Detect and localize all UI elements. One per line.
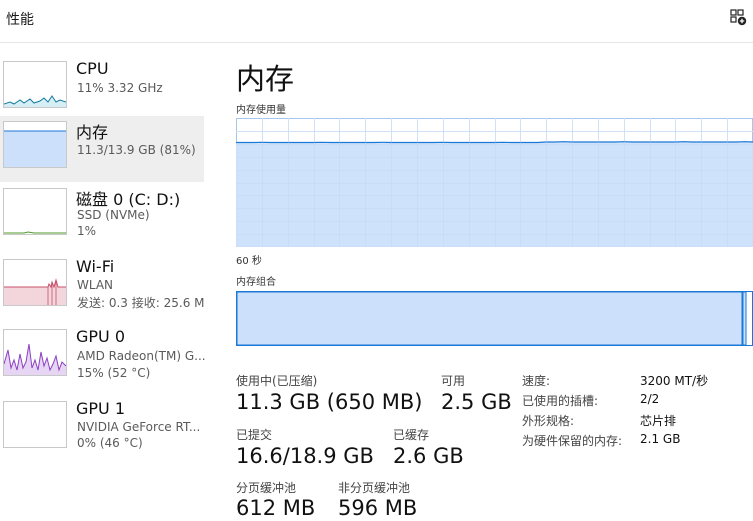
- sidebar-item-label: GPU 1: [76, 399, 126, 418]
- page-title: 性能: [6, 12, 34, 28]
- cpu-thumbnail-graph: [3, 61, 67, 108]
- sidebar-item-gpu0[interactable]: GPU 0 AMD Radeon(TM) G... 15% (52 °C): [0, 324, 205, 390]
- cached-value: 2.6 GB: [393, 444, 464, 468]
- usage-graph-label: 内存使用量: [236, 105, 286, 116]
- in-use-label: 使用中(已压缩): [236, 374, 318, 388]
- sidebar-item-label: 磁盘 0 (C: D:): [76, 190, 181, 209]
- add-widget-icon[interactable]: [729, 8, 749, 28]
- committed-value: 16.6/18.9 GB: [236, 444, 374, 468]
- spec-reserved-key: 为硬件保留的内存:: [522, 434, 623, 448]
- nonpaged-pool-label: 非分页缓冲池: [338, 481, 411, 495]
- memory-composition-bar: [236, 291, 753, 346]
- spec-slots-key: 已使用的插槽:: [522, 394, 599, 408]
- spec-slots-value: 2/2: [640, 392, 660, 406]
- committed-label: 已提交: [236, 428, 273, 442]
- in-use-value: 11.3 GB (650 MB): [236, 390, 423, 414]
- sidebar-item-detail: WLAN: [77, 278, 114, 292]
- spec-speed-value: 3200 MT/秒: [640, 374, 709, 388]
- sidebar-item-detail: SSD (NVMe): [77, 208, 150, 222]
- sidebar-item-label: 内存: [76, 123, 109, 142]
- sidebar-item-detail: 发送: 0.3 接收: 25.6 M: [77, 296, 205, 310]
- sidebar-item-wifi[interactable]: Wi-Fi WLAN 发送: 0.3 接收: 25.6 M: [0, 254, 205, 320]
- section-title: 内存: [236, 62, 295, 96]
- sidebar-item-gpu1[interactable]: GPU 1 NVIDIA GeForce RT... 0% (46 °C): [0, 396, 204, 462]
- memory-usage-graph: [236, 118, 753, 247]
- composition-modified: [742, 291, 747, 346]
- sidebar-item-detail: NVIDIA GeForce RT...: [77, 420, 201, 434]
- available-value: 2.5 GB: [441, 390, 512, 414]
- composition-label: 内存组合: [236, 277, 276, 288]
- gpu0-thumbnail-graph: [3, 329, 67, 376]
- sidebar-item-detail: 15% (52 °C): [77, 366, 151, 380]
- sidebar-item-disk[interactable]: 磁盘 0 (C: D:) SSD (NVMe) 1%: [0, 183, 204, 249]
- sidebar-item-detail: AMD Radeon(TM) G...: [77, 349, 205, 363]
- sidebar-item-detail: 11% 3.32 GHz: [77, 81, 163, 95]
- paged-pool-value: 612 MB: [236, 496, 316, 520]
- sidebar-item-memory[interactable]: 内存 11.3/13.9 GB (81%): [0, 116, 204, 182]
- gpu1-thumbnail-graph: [3, 401, 67, 448]
- memory-thumbnail-graph: [3, 121, 67, 168]
- spec-form-value: 芯片排: [640, 414, 677, 428]
- spec-form-key: 外形规格:: [522, 414, 575, 428]
- composition-in-use: [236, 291, 743, 346]
- sidebar-item-label: Wi-Fi: [76, 257, 115, 276]
- sidebar-item-detail: 1%: [77, 224, 97, 238]
- nonpaged-pool-value: 596 MB: [338, 496, 418, 520]
- sidebar-item-detail: 11.3/13.9 GB (81%): [77, 143, 196, 157]
- available-label: 可用: [441, 374, 466, 388]
- paged-pool-label: 分页缓冲池: [236, 481, 297, 495]
- sidebar-item-cpu[interactable]: CPU 11% 3.32 GHz: [0, 56, 204, 122]
- sidebar-item-detail: 0% (46 °C): [77, 436, 143, 450]
- sidebar-item-label: CPU: [76, 59, 109, 78]
- sidebar-item-label: GPU 0: [76, 327, 126, 346]
- spec-reserved-value: 2.1 GB: [640, 432, 681, 446]
- spec-speed-key: 速度:: [522, 374, 551, 388]
- cached-label: 已缓存: [393, 428, 430, 442]
- disk-thumbnail-graph: [3, 188, 67, 235]
- header: 性能: [0, 0, 753, 43]
- wifi-thumbnail-graph: [3, 259, 67, 306]
- time-axis-label: 60 秒: [236, 256, 262, 267]
